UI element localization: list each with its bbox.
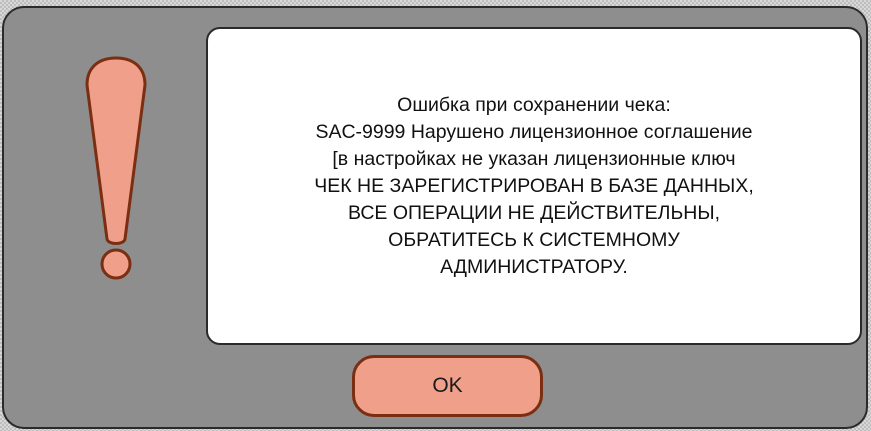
error-dialog: Ошибка при сохранении чека: SAC-9999 Нар… xyxy=(2,6,868,429)
message-line: ВСЕ ОПЕРАЦИИ НЕ ДЕЙСТВИТЕЛЬНЫ, xyxy=(347,201,720,224)
message-line: Ошибка при сохранении чека: xyxy=(397,93,671,116)
message-line: АДМИНИСТРАТОРУ. xyxy=(440,255,628,278)
message-line: ЧЕК НЕ ЗАРЕГИСТРИРОВАН В БАЗЕ ДАННЫХ, xyxy=(314,174,754,197)
exclamation-icon xyxy=(85,56,147,280)
message-line: SAC-9999 Нарушено лицензионное соглашени… xyxy=(315,120,753,143)
message-panel: Ошибка при сохранении чека: SAC-9999 Нар… xyxy=(206,27,862,345)
ok-button[interactable]: OK xyxy=(352,355,543,417)
error-message: Ошибка при сохранении чека: SAC-9999 Нар… xyxy=(302,92,765,281)
message-line: [в настройках не указан лицензионные клю… xyxy=(332,147,736,170)
message-line: ОБРАТИТЕСЬ К СИСТЕМНОМУ xyxy=(388,228,680,251)
